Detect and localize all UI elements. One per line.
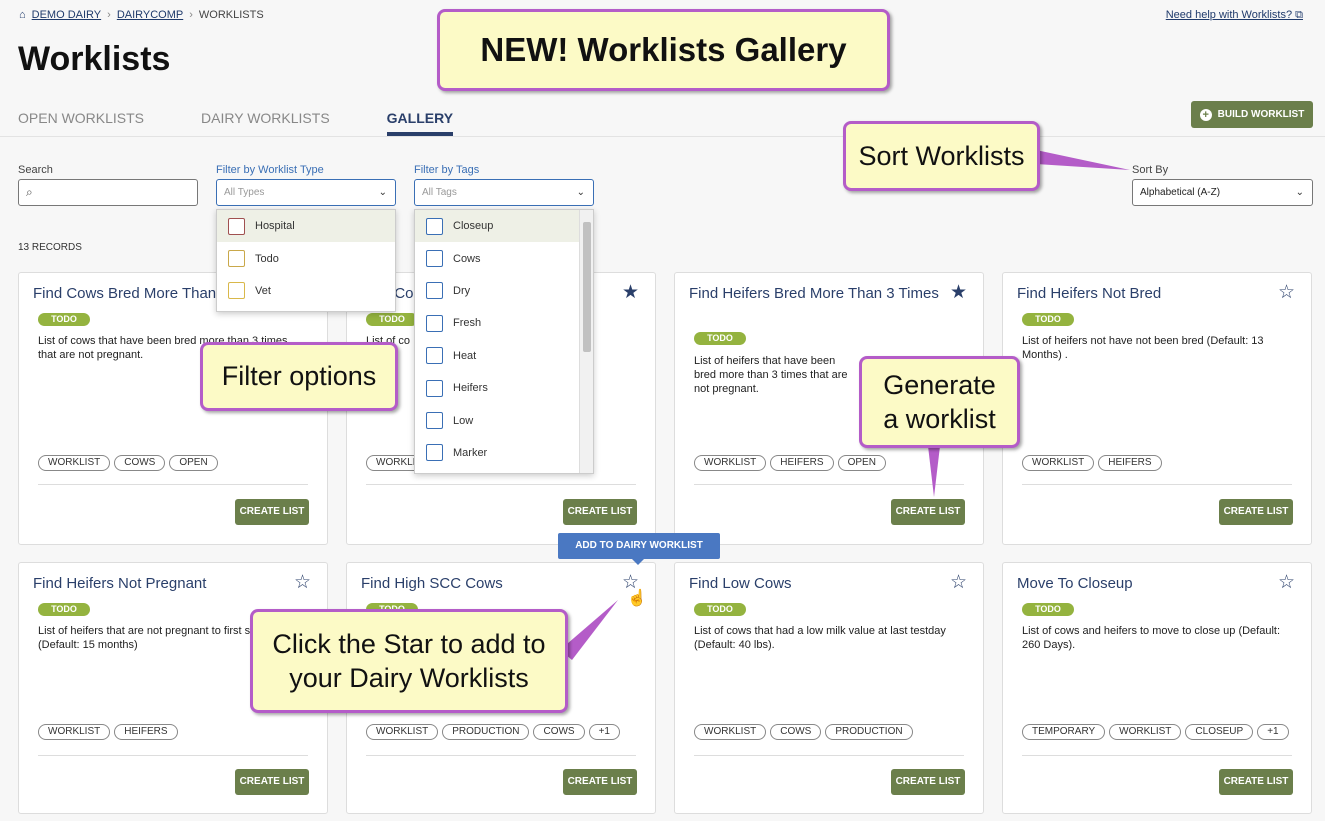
sort-callout-arrow	[1036, 150, 1130, 170]
star-callout-arrow	[560, 600, 618, 660]
generate-callout-arrow	[928, 446, 940, 497]
star-callout: Click the Star to add to your Dairy Work…	[250, 609, 568, 713]
sort-callout: Sort Worklists	[843, 121, 1040, 191]
gallery-callout: NEW! Worklists Gallery	[437, 9, 890, 91]
callout-arrows	[560, 150, 1130, 660]
filter-callout: Filter options	[200, 342, 398, 411]
generate-callout: Generate a worklist	[859, 356, 1020, 448]
